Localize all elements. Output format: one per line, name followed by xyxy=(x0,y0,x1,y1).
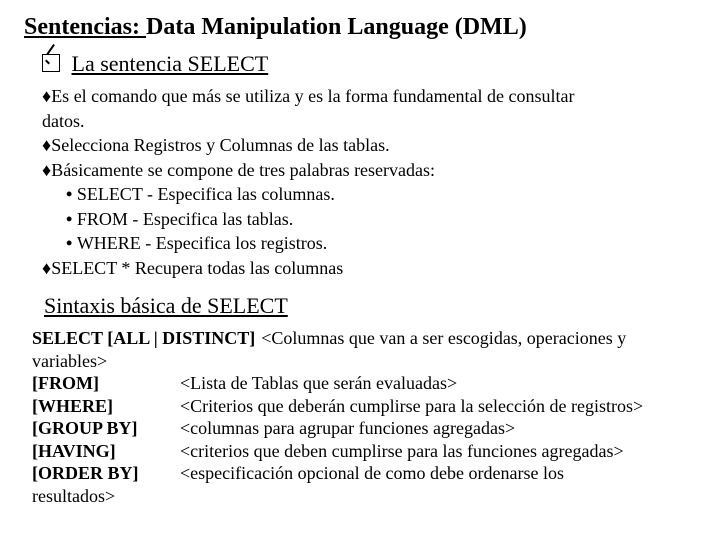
title-underlined: Sentencias: xyxy=(24,14,146,40)
list-item: Básicamente se compone de tres palabras … xyxy=(42,159,696,182)
syntax-line: [FROM] <Lista de Tablas que serán evalua… xyxy=(32,372,696,395)
subheading-text: La sentencia SELECT xyxy=(72,51,269,76)
syntax-keyword: SELECT [ALL | DISTINCT] xyxy=(32,327,255,350)
syntax-keyword: [WHERE] xyxy=(32,395,180,418)
list-item-cont: datos. xyxy=(42,110,696,133)
syntax-line: [WHERE] <Criterios que deberán cumplirse… xyxy=(32,395,696,418)
syntax-desc: <Lista de Tablas que serán evaluadas> xyxy=(180,372,457,395)
syntax-desc: <criterios que deben cumplirse para las … xyxy=(180,440,624,463)
list-item: Es el comando que más se utiliza y es la… xyxy=(42,85,696,108)
sub-list-item: WHERE - Especifica los registros. xyxy=(66,232,696,255)
subheading-select: La sentencia SELECT xyxy=(42,51,696,77)
syntax-desc: <Criterios que deberán cumplirse para la… xyxy=(180,395,643,418)
syntax-line-cont: variables> xyxy=(32,350,696,373)
checkbox-icon xyxy=(42,54,60,72)
syntax-keyword: [GROUP BY] xyxy=(32,417,180,440)
syntax-line: [HAVING] <criterios que deben cumplirse … xyxy=(32,440,696,463)
page-title: Sentencias: Data Manipulation Language (… xyxy=(24,14,696,41)
title-rest: Data Manipulation Language (DML) xyxy=(146,14,527,40)
syntax-keyword: [ORDER BY] xyxy=(32,462,180,485)
syntax-line-cont: resultados> xyxy=(32,485,696,508)
bullet-list: Es el comando que más se utiliza y es la… xyxy=(42,85,696,279)
syntax-desc: <columnas para agrupar funciones agregad… xyxy=(180,417,515,440)
syntax-desc: <especificación opcional de como debe or… xyxy=(180,462,564,485)
sub-list-item: FROM - Especifica las tablas. xyxy=(66,208,696,231)
syntax-line: [GROUP BY] <columnas para agrupar funcio… xyxy=(32,417,696,440)
sub-list-item: SELECT - Especifica las columnas. xyxy=(66,183,696,206)
section-heading-syntax: Sintaxis básica de SELECT xyxy=(44,293,696,319)
syntax-line: [ORDER BY] <especificación opcional de c… xyxy=(32,462,696,485)
syntax-line: SELECT [ALL | DISTINCT] <Columnas que va… xyxy=(32,327,696,350)
syntax-block: SELECT [ALL | DISTINCT] <Columnas que va… xyxy=(32,327,696,507)
syntax-keyword: [HAVING] xyxy=(32,440,180,463)
syntax-desc: <Columnas que van a ser escogidas, opera… xyxy=(261,327,626,350)
list-item: Selecciona Registros y Columnas de las t… xyxy=(42,134,696,157)
list-item: SELECT * Recupera todas las columnas xyxy=(42,257,696,280)
syntax-keyword: [FROM] xyxy=(32,372,180,395)
